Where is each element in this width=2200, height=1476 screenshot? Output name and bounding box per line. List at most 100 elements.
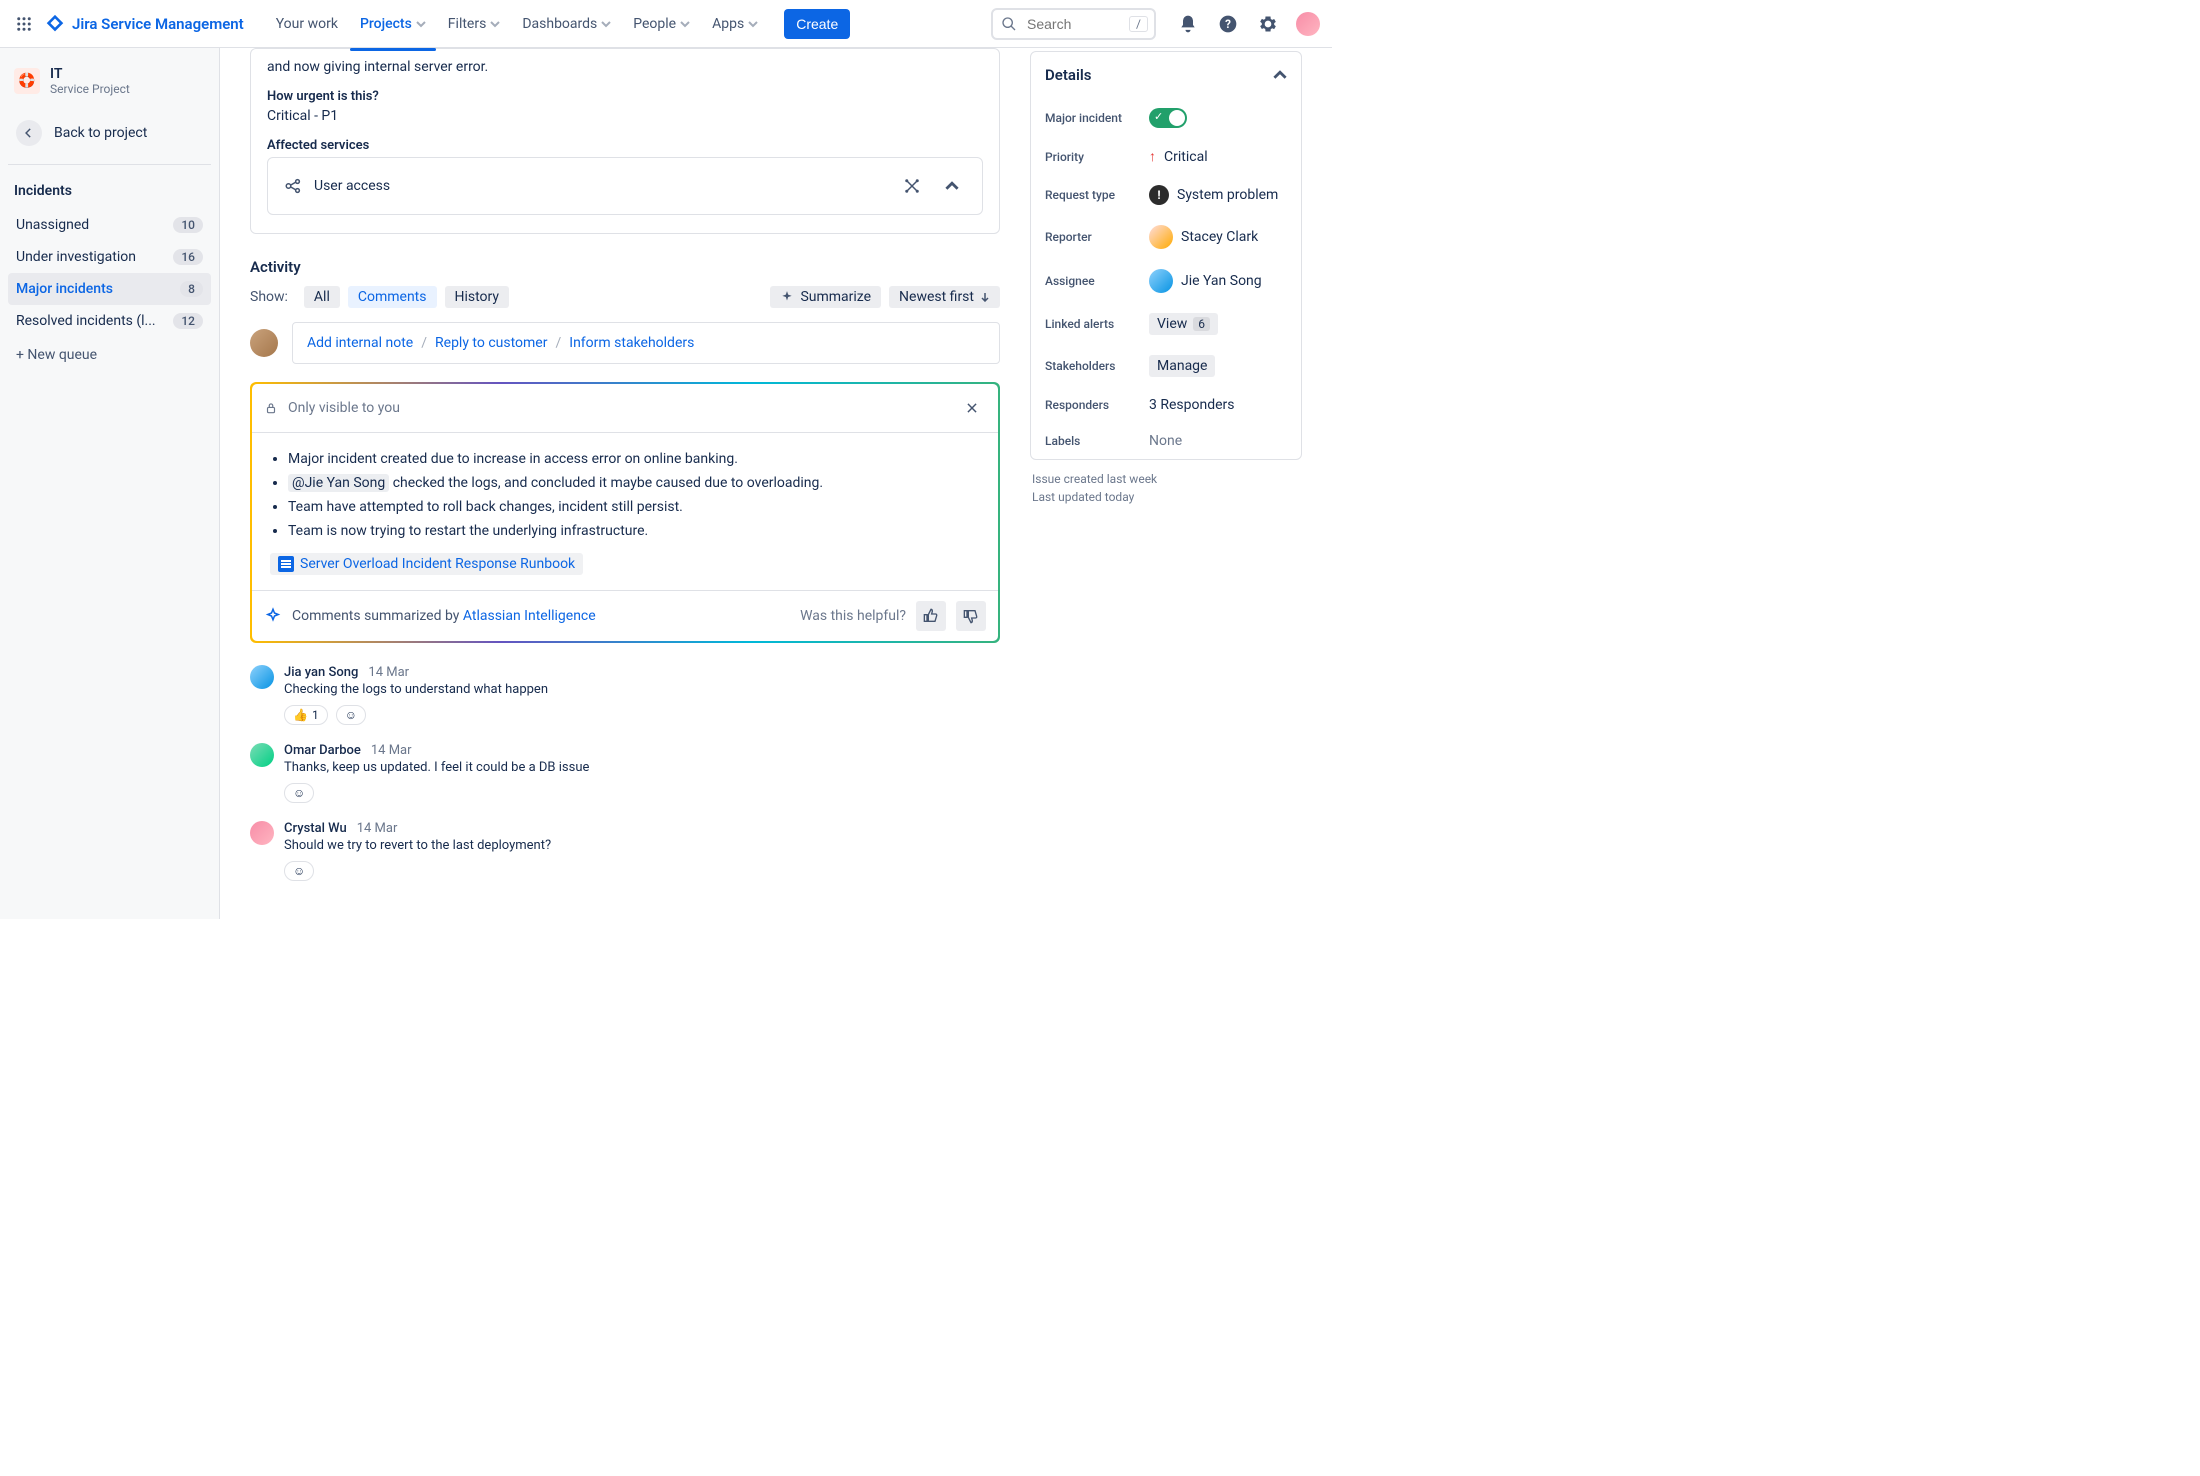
add-internal-note[interactable]: Add internal note (307, 335, 413, 351)
create-button[interactable]: Create (784, 9, 850, 39)
settings-icon[interactable] (1256, 12, 1280, 36)
nav-people[interactable]: People (623, 10, 700, 38)
assignee-avatar (1149, 269, 1173, 293)
comment: Omar Darboe14 Mar Thanks, keep us update… (250, 743, 1000, 803)
compose-box[interactable]: Add internal note / Reply to customer / … (292, 322, 1000, 364)
summarize-button[interactable]: Summarize (770, 286, 881, 308)
back-to-project[interactable]: Back to project (8, 108, 211, 158)
count-badge: 16 (173, 249, 203, 265)
manage-stakeholders-chip[interactable]: Manage (1149, 355, 1215, 377)
description-text: and now giving internal server error. (267, 59, 983, 75)
description-card: and now giving internal server error. Ho… (250, 48, 1000, 234)
nav-your-work[interactable]: Your work (266, 10, 348, 38)
nav-projects[interactable]: Projects (350, 10, 436, 38)
filter-comments[interactable]: Comments (348, 286, 437, 308)
field-responders[interactable]: Responders 3 Responders (1031, 387, 1301, 423)
notifications-icon[interactable] (1176, 12, 1200, 36)
comment-text: Checking the logs to understand what hap… (284, 682, 1000, 697)
reply-to-customer[interactable]: Reply to customer (435, 335, 547, 351)
arrow-down-icon (980, 292, 990, 302)
nav-actions: ? (1176, 12, 1320, 36)
chevron-up-icon (1273, 68, 1287, 82)
sort-button[interactable]: Newest first (889, 286, 1000, 308)
sparkle-icon (780, 290, 794, 304)
queue-major-incidents[interactable]: Major incidents8 (8, 273, 211, 305)
priority-arrow-icon: ↑ (1149, 148, 1156, 165)
count-badge: 8 (180, 281, 203, 297)
add-reaction[interactable]: ☺ (284, 861, 314, 881)
comment-author: Jia yan Song (284, 665, 358, 680)
search-icon (1001, 16, 1017, 32)
close-ai-summary[interactable] (958, 394, 986, 422)
queue-under-investigation[interactable]: Under investigation16 (8, 241, 211, 273)
helpful-label: Was this helpful? (800, 608, 906, 624)
add-reaction[interactable]: ☺ (336, 705, 366, 725)
current-user-avatar (250, 329, 278, 357)
product-name: Jira Service Management (72, 15, 244, 33)
ai-summary-card: Only visible to you Major incident creat… (250, 382, 1000, 643)
activity-filter-row: Show: All Comments History Summarize New… (250, 286, 1000, 308)
field-priority[interactable]: Priority ↑Critical (1031, 138, 1301, 175)
compose-row: Add internal note / Reply to customer / … (250, 322, 1000, 364)
reaction-thumbsup[interactable]: 👍1 (284, 705, 328, 725)
field-major-incident: Major incident (1031, 98, 1301, 138)
nav-filters[interactable]: Filters (438, 10, 511, 38)
field-reporter[interactable]: Reporter Stacey Clark (1031, 215, 1301, 259)
filter-history[interactable]: History (445, 286, 510, 308)
help-icon[interactable]: ? (1216, 12, 1240, 36)
new-queue-button[interactable]: + New queue (8, 337, 211, 373)
search-input[interactable] (1025, 15, 1121, 33)
ai-bullet: Team have attempted to roll back changes… (288, 499, 980, 515)
mention[interactable]: @Jie Yan Song (288, 474, 389, 492)
queue-unassigned[interactable]: Unassigned10 (8, 209, 211, 241)
field-assignee[interactable]: Assignee Jie Yan Song (1031, 259, 1301, 303)
runbook-link[interactable]: Server Overload Incident Response Runboo… (270, 553, 583, 575)
profile-avatar[interactable] (1296, 12, 1320, 36)
chevron-down-icon (680, 19, 690, 29)
filter-all[interactable]: All (304, 286, 340, 308)
comment-date: 14 Mar (357, 821, 398, 836)
field-labels[interactable]: Labels None (1031, 423, 1301, 459)
lock-icon (264, 401, 278, 415)
urgency-value: Critical - P1 (267, 108, 983, 124)
updated-line: Last updated today (1032, 488, 1300, 506)
service-opsgenie-icon[interactable] (898, 172, 926, 200)
affected-service-row[interactable]: User access (267, 157, 983, 215)
ai-summary-footer: Comments summarized by Atlassian Intelli… (252, 590, 998, 641)
chevron-down-icon (490, 19, 500, 29)
major-incident-toggle[interactable] (1149, 108, 1187, 128)
add-reaction[interactable]: ☺ (284, 783, 314, 803)
top-nav: Jira Service Management Your work Projec… (0, 0, 1332, 48)
comment-author: Crystal Wu (284, 821, 347, 836)
comment-author: Omar Darboe (284, 743, 361, 758)
thumbs-up-button[interactable] (916, 601, 946, 631)
app-switcher-icon[interactable] (12, 12, 36, 36)
project-header[interactable]: 🛟 IT Service Project (8, 62, 211, 100)
inform-stakeholders[interactable]: Inform stakeholders (569, 335, 694, 351)
product-logo[interactable]: Jira Service Management (44, 13, 244, 35)
ai-bullet: @Jie Yan Song checked the logs, and conc… (288, 475, 980, 491)
queue-resolved[interactable]: Resolved incidents (l...12 (8, 305, 211, 337)
count-badge: 10 (173, 217, 203, 233)
nav-apps[interactable]: Apps (702, 10, 768, 38)
details-header[interactable]: Details (1031, 52, 1301, 98)
project-icon: 🛟 (14, 68, 40, 94)
count-badge: 12 (173, 313, 203, 329)
chevron-down-icon (601, 19, 611, 29)
collapse-service-icon[interactable] (938, 172, 966, 200)
urgency-heading: How urgent is this? (267, 89, 983, 104)
field-request-type[interactable]: Request type !System problem (1031, 175, 1301, 215)
search-box[interactable]: / (991, 8, 1156, 40)
comment-avatar (250, 665, 274, 689)
main-content: and now giving internal server error. Ho… (220, 48, 1030, 919)
created-line: Issue created last week (1032, 470, 1300, 488)
sidebar-heading: Incidents (8, 179, 211, 203)
document-icon (278, 556, 294, 572)
view-alerts-chip[interactable]: View6 (1149, 313, 1218, 335)
chevron-down-icon (748, 19, 758, 29)
comment: Jia yan Song14 Mar Checking the logs to … (250, 665, 1000, 725)
nav-dashboards[interactable]: Dashboards (512, 10, 621, 38)
thumbs-down-button[interactable] (956, 601, 986, 631)
ai-summary-header: Only visible to you (252, 384, 998, 433)
ai-attribution-link[interactable]: Atlassian Intelligence (463, 608, 596, 624)
